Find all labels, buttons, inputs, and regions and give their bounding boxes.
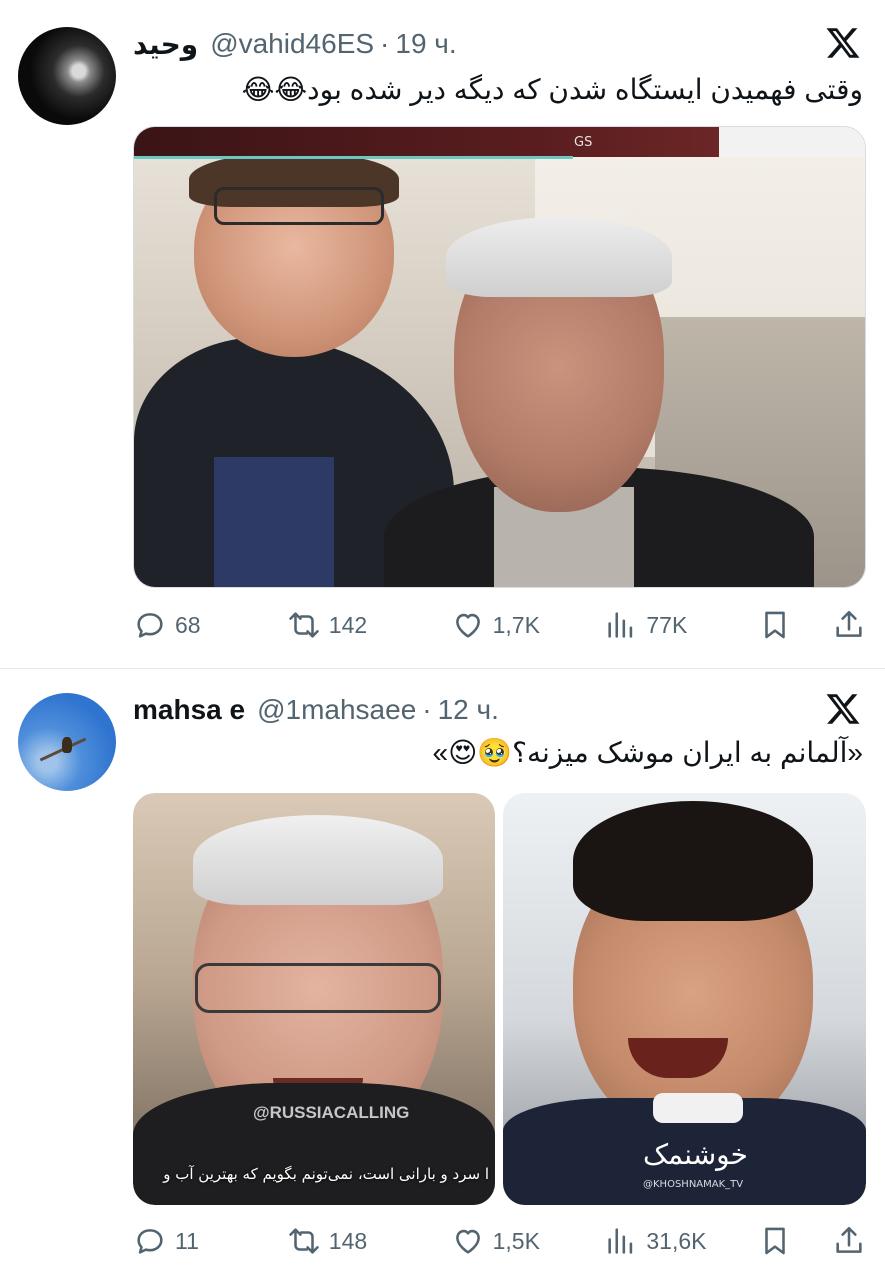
retweet-icon (289, 612, 319, 638)
retweet-icon (289, 1228, 319, 1254)
media-image-left[interactable]: @RUSSIACALLING ا سرد و بارانی است، نمی‌ت… (133, 793, 495, 1205)
user-handle[interactable]: @vahid46ES (210, 28, 374, 60)
timestamp[interactable]: 19 ч. (395, 28, 456, 60)
tweet-header: mahsa e @1mahsaee · 12 ч. (133, 693, 499, 727)
video-overlay-bar (134, 127, 865, 157)
views-icon (608, 1228, 633, 1254)
timestamp[interactable]: 12 ч. (438, 694, 499, 726)
reply-button[interactable]: 11 (133, 1224, 253, 1258)
reply-count: 11 (175, 1227, 199, 1254)
tweet-media[interactable]: @RUSSIACALLING ا سرد و بارانی است، نمی‌ت… (133, 793, 866, 1205)
bookmark-icon (765, 1227, 785, 1255)
reply-button[interactable]: 68 (133, 608, 253, 642)
display-name[interactable]: mahsa e (133, 694, 245, 726)
views-count: 31,6K (646, 1227, 707, 1254)
retweet-count: 148 (328, 1227, 368, 1254)
tweet-media[interactable]: GS (133, 126, 866, 588)
views-button[interactable]: 77K (604, 608, 724, 642)
reply-icon (137, 613, 163, 638)
action-bar: 11 148 1,5K 31,6K (133, 1223, 868, 1259)
media-image-right[interactable]: خوشنمک @KHOSHNAMAK_TV (503, 793, 866, 1205)
action-bar: 68 142 1,7K 77K (133, 607, 868, 643)
avatar[interactable] (18, 27, 116, 125)
retweet-button[interactable]: 142 (287, 608, 417, 642)
retweet-count: 142 (328, 611, 368, 638)
like-count: 1,5K (492, 1227, 540, 1254)
views-icon (608, 612, 633, 638)
retweet-button[interactable]: 148 (287, 1224, 417, 1258)
x-logo-icon[interactable] (825, 691, 861, 727)
video-frame: GS (134, 127, 865, 587)
separator-dot: · (422, 694, 432, 725)
tweet-header: وحید @vahid46ES · 19 ч. (133, 27, 457, 61)
bookmark-button[interactable] (758, 608, 798, 642)
avatar[interactable] (18, 693, 116, 791)
user-handle[interactable]: @1mahsaee (257, 694, 416, 726)
overlay-label: GS (574, 135, 593, 150)
share-icon (836, 610, 862, 637)
like-count: 1,7K (492, 611, 540, 638)
separator-dot: · (380, 28, 390, 59)
share-button[interactable] (832, 608, 868, 642)
media-logo: خوشنمک (643, 1138, 748, 1171)
heart-icon (455, 613, 480, 638)
heart-icon (455, 1229, 480, 1254)
media-logo-handle: @KHOSHNAMAK_TV (643, 1179, 744, 1190)
media-watermark: @RUSSIACALLING (253, 1103, 410, 1122)
tweet-card[interactable]: mahsa e @1mahsaee · 12 ч. «آلمانم به ایر… (0, 669, 885, 1280)
bookmark-icon (765, 611, 785, 639)
x-logo-icon[interactable] (825, 25, 861, 61)
media-subtitle: ا سرد و بارانی است، نمی‌تونم بگویم که به… (163, 1165, 489, 1183)
share-icon (836, 1226, 862, 1253)
tweet-card[interactable]: وحید @vahid46ES · 19 ч. وقتی فهمیدن ایست… (0, 0, 885, 668)
reply-icon (137, 1229, 163, 1254)
like-button[interactable]: 1,7K (451, 608, 571, 642)
tweet-text: «آلمانم به ایران موشک میزنه؟🥹😍» (432, 737, 864, 768)
reply-count: 68 (175, 611, 201, 638)
like-button[interactable]: 1,5K (451, 1224, 571, 1258)
share-button[interactable] (832, 1224, 868, 1258)
views-button[interactable]: 31,6K (604, 1224, 724, 1258)
views-count: 77K (646, 611, 688, 638)
bookmark-button[interactable] (758, 1224, 798, 1258)
tweet-text: وقتی فهمیدن ایستگاه شدن که دیگه دیر شده … (241, 74, 863, 105)
display-name[interactable]: وحید (133, 28, 198, 61)
